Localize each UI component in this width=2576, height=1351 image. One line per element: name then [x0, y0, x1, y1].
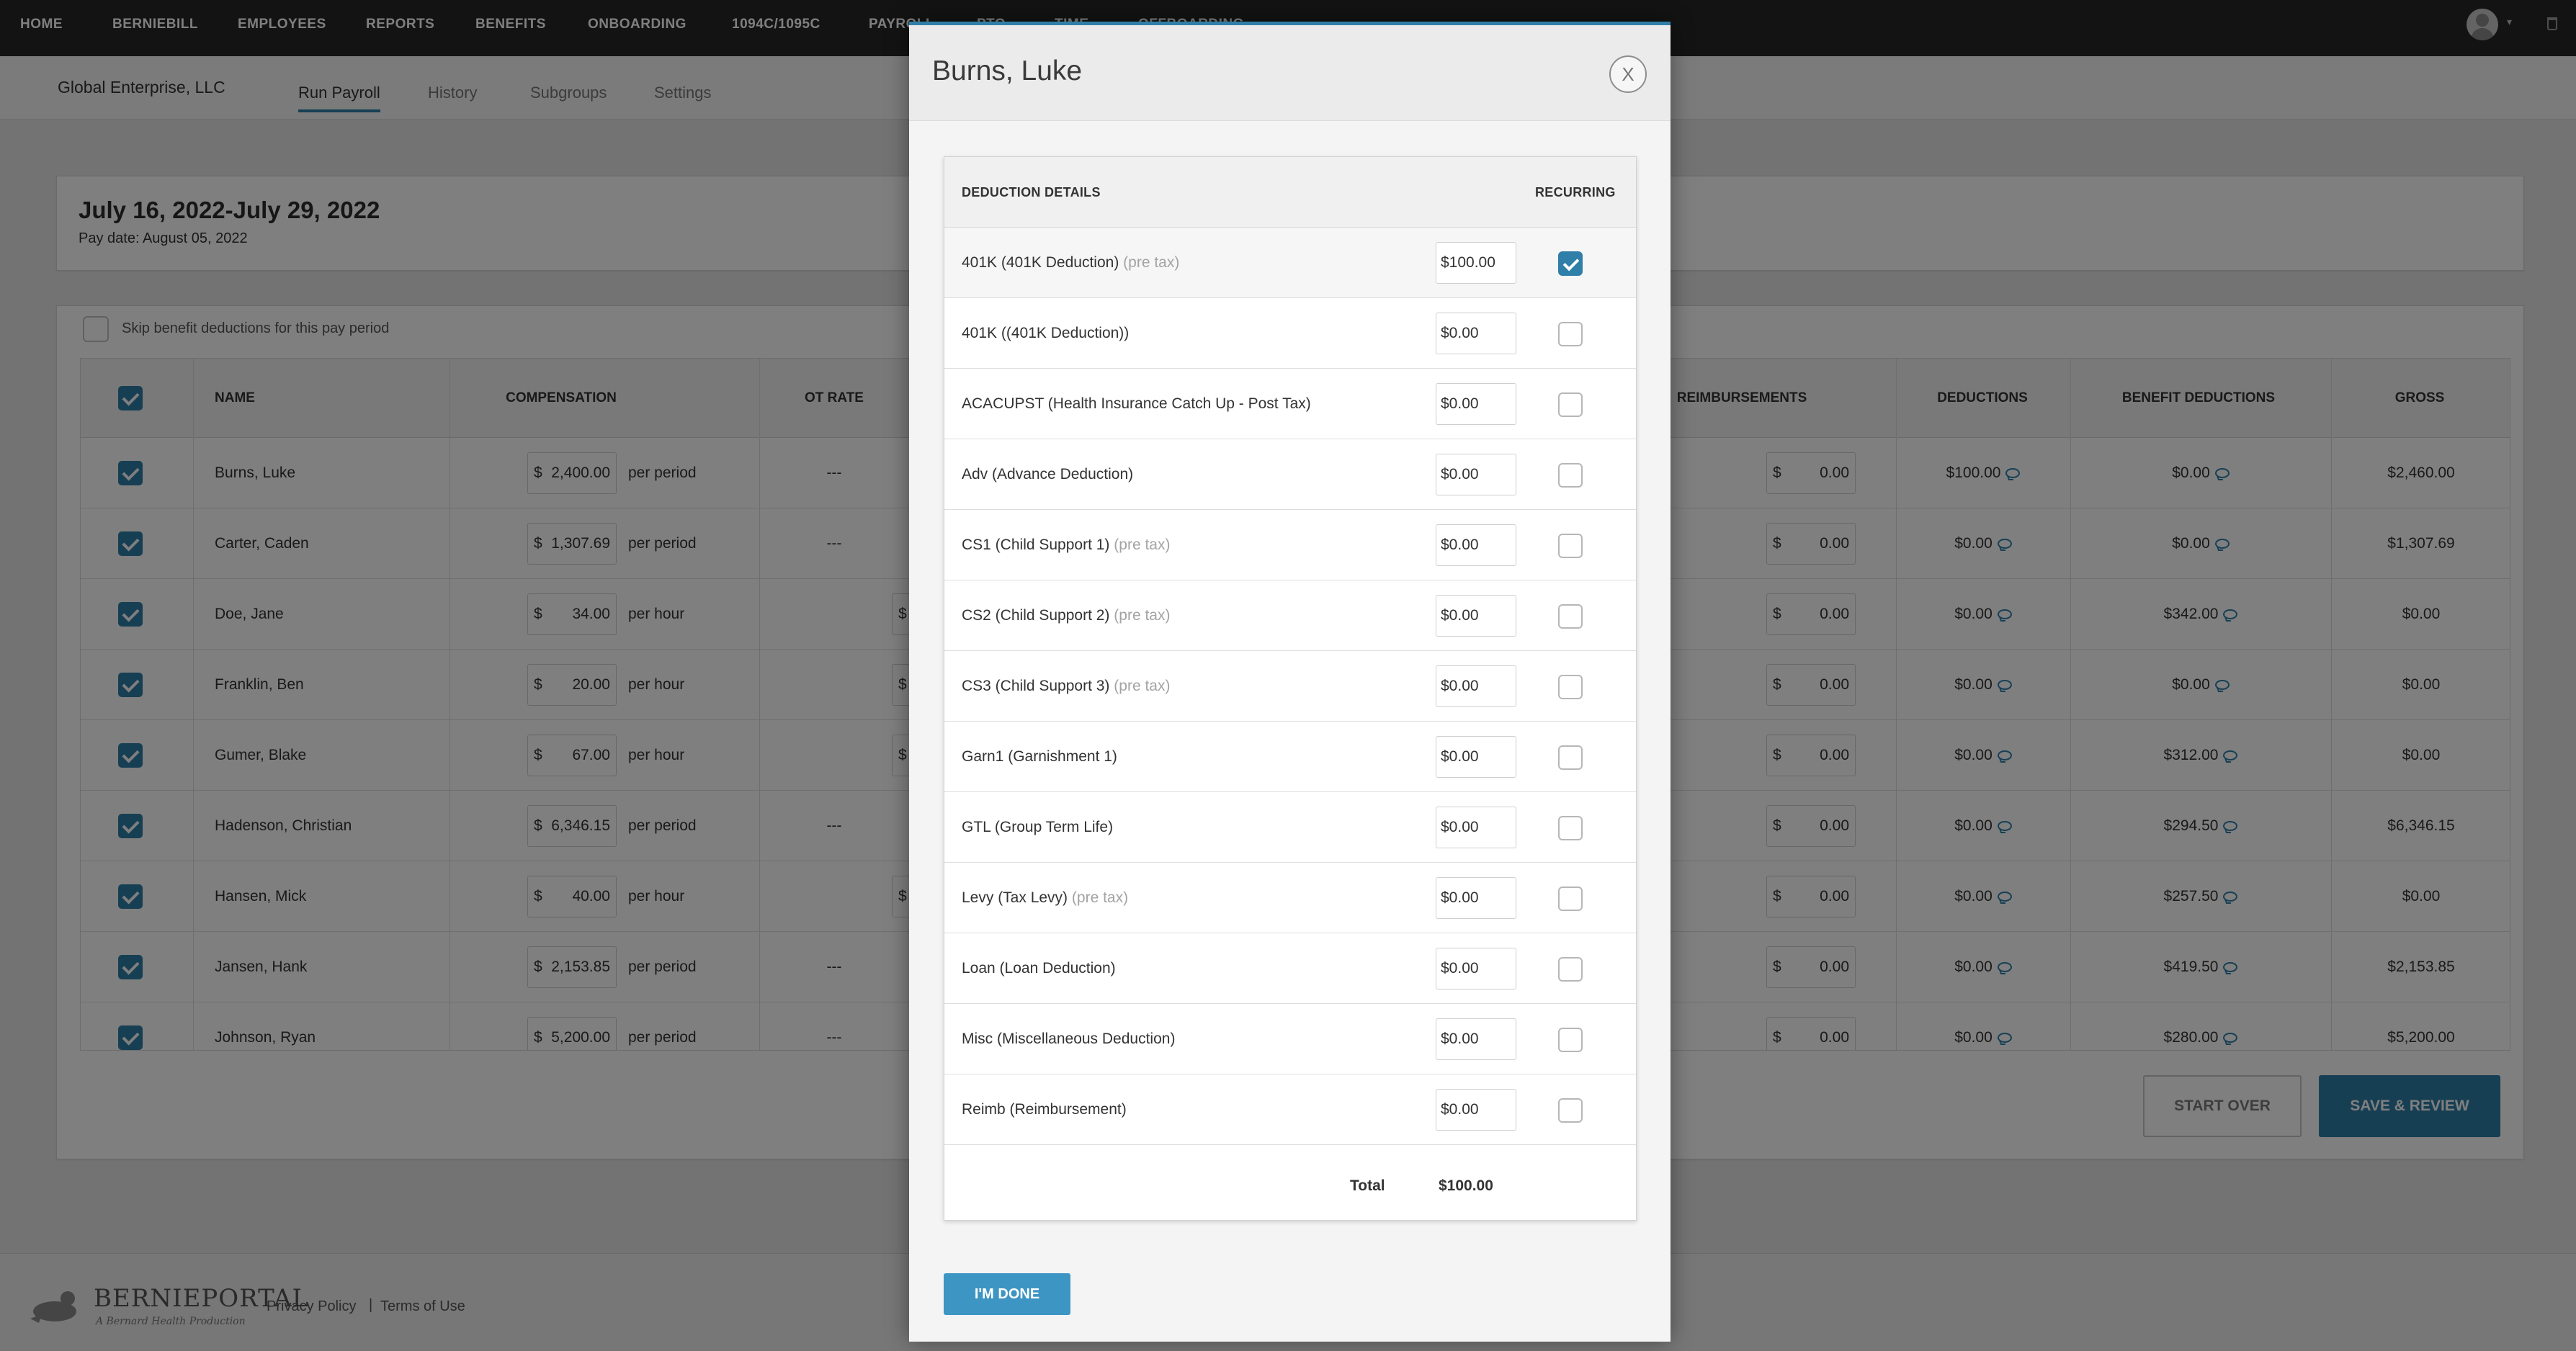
deduction-modal: Burns, Luke X DEDUCTION DETAILS RECURRIN… — [909, 22, 1671, 1342]
deduction-name: ACACUPST (Health Insurance Catch Up - Po… — [962, 369, 1311, 439]
deduction-tax-note: (pre tax) — [1114, 537, 1171, 553]
deduction-name: CS3 (Child Support 3) (pre tax) — [962, 651, 1170, 722]
deduction-label: CS3 (Child Support 3) — [962, 678, 1110, 694]
deduction-row: 401K ((401K Deduction)) $0.00 — [944, 298, 1636, 369]
deduction-amount-input[interactable]: $0.00 — [1436, 595, 1516, 637]
header-deduction-details: DEDUCTION DETAILS — [962, 185, 1101, 199]
deduction-name: Levy (Tax Levy) (pre tax) — [962, 863, 1128, 933]
deduction-amount-input[interactable]: $0.00 — [1436, 948, 1516, 989]
deduction-label: Levy (Tax Levy) — [962, 889, 1068, 906]
recurring-checkbox[interactable] — [1558, 887, 1583, 911]
deduction-label: 401K ((401K Deduction)) — [962, 325, 1130, 341]
deduction-row: CS2 (Child Support 2) (pre tax) $0.00 — [944, 580, 1636, 651]
deduction-total-row: Total $100.00 — [944, 1151, 1636, 1221]
recurring-checkbox[interactable] — [1558, 1098, 1583, 1123]
recurring-checkbox[interactable] — [1558, 534, 1583, 558]
header-recurring: RECURRING — [1535, 185, 1616, 199]
deduction-label: Garn1 (Garnishment 1) — [962, 748, 1117, 765]
deduction-label: CS2 (Child Support 2) — [962, 607, 1110, 624]
deduction-row: CS3 (Child Support 3) (pre tax) $0.00 — [944, 651, 1636, 722]
deduction-amount-input[interactable]: $0.00 — [1436, 383, 1516, 425]
deduction-amount-input[interactable]: $0.00 — [1436, 524, 1516, 566]
deduction-row: Loan (Loan Deduction) $0.00 — [944, 933, 1636, 1004]
deduction-tax-note: (pre tax) — [1071, 889, 1129, 906]
deduction-table-header: DEDUCTION DETAILS RECURRING — [944, 157, 1636, 228]
total-value: $100.00 — [1439, 1177, 1493, 1194]
deduction-name: Misc (Miscellaneous Deduction) — [962, 1004, 1175, 1074]
recurring-checkbox[interactable] — [1558, 816, 1583, 840]
recurring-checkbox[interactable] — [1558, 322, 1583, 346]
deduction-label: Loan (Loan Deduction) — [962, 960, 1116, 977]
deduction-amount-input[interactable]: $0.00 — [1436, 454, 1516, 495]
close-icon[interactable]: X — [1609, 55, 1647, 93]
recurring-checkbox[interactable] — [1558, 463, 1583, 488]
deduction-name: 401K ((401K Deduction)) — [962, 298, 1129, 369]
deduction-row: Levy (Tax Levy) (pre tax) $0.00 — [944, 863, 1636, 933]
deduction-name: 401K (401K Deduction) (pre tax) — [962, 228, 1179, 298]
deduction-label: ACACUPST (Health Insurance Catch Up - Po… — [962, 395, 1311, 412]
deduction-table: DEDUCTION DETAILS RECURRING 401K (401K D… — [944, 156, 1637, 1221]
modal-header: Burns, Luke X — [909, 25, 1671, 121]
deduction-label: GTL (Group Term Life) — [962, 819, 1114, 835]
modal-title: Burns, Luke — [932, 55, 1083, 86]
deduction-amount-input[interactable]: $0.00 — [1436, 736, 1516, 778]
deduction-row: 401K (401K Deduction) (pre tax) $100.00 — [944, 228, 1636, 298]
deduction-row: GTL (Group Term Life) $0.00 — [944, 792, 1636, 863]
deduction-amount-input[interactable]: $0.00 — [1436, 665, 1516, 707]
deduction-tax-note: (pre tax) — [1114, 678, 1171, 694]
total-label: Total — [1350, 1177, 1385, 1194]
deduction-tax-note: (pre tax) — [1123, 254, 1180, 271]
deduction-name: GTL (Group Term Life) — [962, 792, 1113, 863]
deduction-name: Reimb (Reimbursement) — [962, 1074, 1127, 1145]
deduction-row: CS1 (Child Support 1) (pre tax) $0.00 — [944, 510, 1636, 580]
deduction-amount-input[interactable]: $100.00 — [1436, 242, 1516, 284]
im-done-button[interactable]: I'M DONE — [944, 1273, 1070, 1315]
deduction-row: Adv (Advance Deduction) $0.00 — [944, 439, 1636, 510]
deduction-row: Misc (Miscellaneous Deduction) $0.00 — [944, 1004, 1636, 1074]
recurring-checkbox[interactable] — [1558, 251, 1583, 276]
deduction-label: 401K (401K Deduction) — [962, 254, 1119, 271]
deduction-amount-input[interactable]: $0.00 — [1436, 313, 1516, 354]
deduction-amount-input[interactable]: $0.00 — [1436, 1089, 1516, 1131]
recurring-checkbox[interactable] — [1558, 392, 1583, 417]
deduction-amount-input[interactable]: $0.00 — [1436, 807, 1516, 848]
deduction-tax-note: (pre tax) — [1114, 607, 1171, 624]
deduction-label: CS1 (Child Support 1) — [962, 537, 1110, 553]
recurring-checkbox[interactable] — [1558, 675, 1583, 699]
deduction-name: CS2 (Child Support 2) (pre tax) — [962, 580, 1170, 651]
deduction-name: Adv (Advance Deduction) — [962, 439, 1133, 510]
deduction-amount-input[interactable]: $0.00 — [1436, 1018, 1516, 1060]
deduction-label: Adv (Advance Deduction) — [962, 466, 1134, 482]
deduction-label: Misc (Miscellaneous Deduction) — [962, 1031, 1176, 1047]
deduction-row: ACACUPST (Health Insurance Catch Up - Po… — [944, 369, 1636, 439]
recurring-checkbox[interactable] — [1558, 604, 1583, 629]
deduction-row: Reimb (Reimbursement) $0.00 — [944, 1074, 1636, 1145]
deduction-name: CS1 (Child Support 1) (pre tax) — [962, 510, 1170, 580]
recurring-checkbox[interactable] — [1558, 745, 1583, 770]
deduction-name: Garn1 (Garnishment 1) — [962, 722, 1117, 792]
deduction-label: Reimb (Reimbursement) — [962, 1101, 1127, 1118]
deduction-row: Garn1 (Garnishment 1) $0.00 — [944, 722, 1636, 792]
recurring-checkbox[interactable] — [1558, 957, 1583, 982]
recurring-checkbox[interactable] — [1558, 1028, 1583, 1052]
deduction-amount-input[interactable]: $0.00 — [1436, 877, 1516, 919]
deduction-name: Loan (Loan Deduction) — [962, 933, 1116, 1004]
